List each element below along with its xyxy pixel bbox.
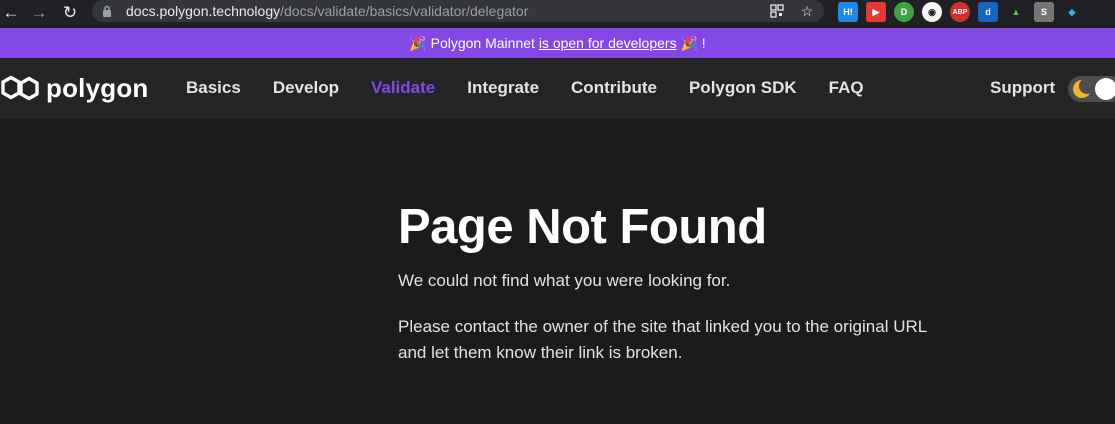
address-bar[interactable]: docs.polygon.technology/docs/validate/ba… xyxy=(92,0,824,22)
announcement-prefix: Polygon Mainnet xyxy=(430,35,535,51)
lock-icon xyxy=(102,4,116,18)
nav-polygon-sdk[interactable]: Polygon SDK xyxy=(689,78,797,98)
brand-logo[interactable]: polygon xyxy=(0,72,149,104)
polygon-logo-icon xyxy=(1,75,39,101)
main-content: Page Not Found We could not find what yo… xyxy=(398,196,998,366)
contact-owner-message: Please contact the owner of the site tha… xyxy=(398,316,927,362)
video-extension-icon[interactable]: ▶ xyxy=(866,2,886,22)
green-extension-icon[interactable]: D xyxy=(894,2,914,22)
d-extension-icon[interactable]: d xyxy=(978,2,998,22)
qr-code-icon[interactable] xyxy=(768,2,786,20)
url-path: /docs/validate/basics/validator/delegato… xyxy=(280,3,529,19)
adblock-extension-icon[interactable]: ABP xyxy=(950,2,970,22)
chart-extension-icon[interactable]: ▲ xyxy=(1006,2,1026,22)
announcement-bar: 🎉 Polygon Mainnet is open for developers… xyxy=(0,28,1115,58)
nav-faq[interactable]: FAQ xyxy=(829,78,864,98)
theme-toggle[interactable] xyxy=(1068,76,1115,102)
browser-toolbar: ← → ↻ docs.polygon.technology/docs/valid… xyxy=(0,0,1115,24)
party-popper-icon: 🎉 xyxy=(680,34,698,51)
nav-develop[interactable]: Develop xyxy=(273,78,339,98)
page-title: Page Not Found xyxy=(398,200,767,254)
nav-integrate[interactable]: Integrate xyxy=(467,78,539,98)
avatar-extension-icon[interactable]: ◉ xyxy=(922,2,942,22)
nav-validate[interactable]: Validate xyxy=(371,78,435,98)
party-popper-icon: 🎉 xyxy=(409,34,427,51)
back-arrow-icon[interactable]: ← xyxy=(0,1,22,23)
moon-icon xyxy=(1073,80,1091,98)
diamond-extension-icon[interactable]: ◆ xyxy=(1062,2,1082,22)
nav-support[interactable]: Support xyxy=(990,78,1055,98)
brand-name: polygon xyxy=(46,72,149,103)
not-found-message: We could not find what you were looking … xyxy=(398,270,731,290)
s-extension-icon[interactable]: S xyxy=(1034,2,1054,22)
bookmark-star-icon[interactable]: ☆ xyxy=(798,2,816,20)
announcement-link[interactable]: is open for developers xyxy=(539,35,677,51)
reload-icon[interactable]: ↻ xyxy=(59,1,81,23)
toggle-knob xyxy=(1095,78,1115,100)
nav-links: Basics Develop Validate Integrate Contri… xyxy=(186,78,864,98)
nav-contribute[interactable]: Contribute xyxy=(571,78,657,98)
site-navbar: polygon Basics Develop Validate Integrat… xyxy=(0,58,1115,119)
url-host: docs.polygon.technology xyxy=(126,3,281,19)
forward-arrow-icon[interactable]: → xyxy=(28,1,50,23)
nav-basics[interactable]: Basics xyxy=(186,78,241,98)
extensions-tray: H! ▶ D ◉ ABP d ▲ S ◆ xyxy=(838,1,1082,23)
hi-extension-icon[interactable]: H! xyxy=(838,2,858,22)
announcement-suffix: ! xyxy=(701,35,706,51)
